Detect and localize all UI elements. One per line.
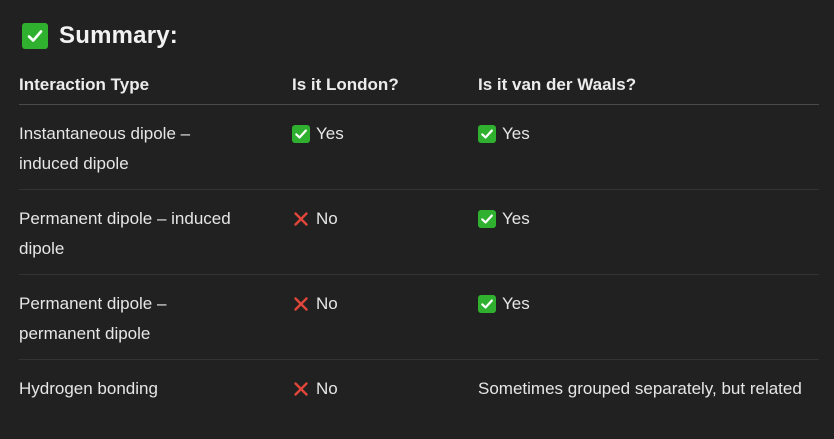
table-header-row: Interaction Type Is it London? Is it van…	[19, 66, 819, 105]
table-row: Instantaneous dipole – induced dipole Ye…	[19, 104, 819, 190]
van-der-waals-cell: Yes	[478, 104, 819, 190]
cross-mark-icon	[292, 380, 310, 398]
van-der-waals-value: Yes	[502, 209, 530, 228]
check-mark-icon	[292, 125, 310, 143]
check-mark-icon	[478, 295, 496, 313]
column-header-is-london: Is it London?	[292, 66, 478, 105]
check-mark-icon	[478, 125, 496, 143]
london-cell: Yes	[292, 104, 478, 190]
cross-mark-icon	[292, 295, 310, 313]
summary-heading: Summary:	[22, 20, 178, 52]
column-header-is-van-der-waals: Is it van der Waals?	[478, 66, 819, 105]
interaction-type-cell: Hydrogen bonding	[19, 379, 158, 398]
check-mark-icon	[478, 210, 496, 228]
interaction-type-cell: Instantaneous dipole – induced dipole	[19, 104, 292, 190]
london-value: No	[316, 379, 338, 398]
london-value: No	[316, 294, 338, 313]
cross-mark-icon	[292, 210, 310, 228]
van-der-waals-cell: Yes	[478, 189, 819, 275]
table-row: Permanent dipole – induced dipole No Yes	[19, 189, 819, 275]
van-der-waals-value: Yes	[502, 294, 530, 313]
london-cell: No	[292, 189, 478, 275]
london-cell: No	[292, 360, 478, 416]
table-row: Hydrogen bonding No Sometimes grouped se…	[19, 360, 819, 416]
van-der-waals-cell: Sometimes grouped separately, but relate…	[478, 379, 802, 398]
interaction-type-cell: Permanent dipole – permanent dipole	[19, 274, 292, 360]
van-der-waals-value: Yes	[502, 124, 530, 143]
london-value: No	[316, 209, 338, 228]
check-mark-button-icon	[22, 23, 48, 49]
london-value: Yes	[316, 124, 344, 143]
summary-table: Interaction Type Is it London? Is it van…	[19, 66, 819, 416]
van-der-waals-cell: Yes	[478, 274, 819, 360]
london-cell: No	[292, 274, 478, 360]
summary-title: Summary:	[59, 22, 178, 49]
table-row: Permanent dipole – permanent dipole No Y…	[19, 274, 819, 360]
column-header-interaction-type: Interaction Type	[19, 66, 292, 105]
interaction-type-cell: Permanent dipole – induced dipole	[19, 189, 292, 275]
